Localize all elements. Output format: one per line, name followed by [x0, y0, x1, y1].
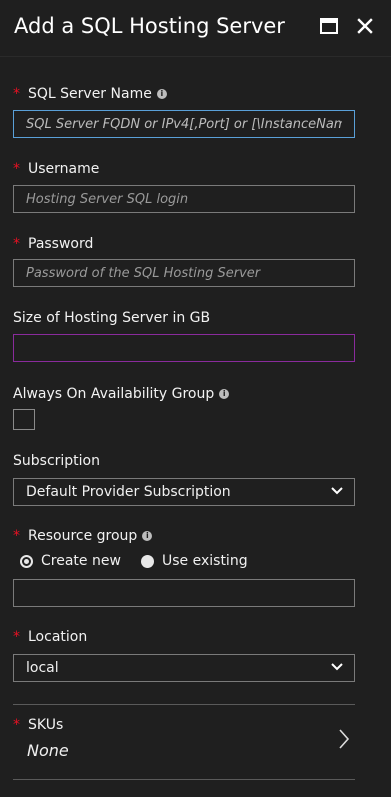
radio-use-existing-label: Use existing	[162, 553, 248, 569]
radio-selected-icon	[20, 554, 33, 568]
password-field[interactable]	[13, 259, 355, 287]
sql-server-name-label-text: SQL Server Name	[28, 86, 152, 102]
subscription-selected-value: Default Provider Subscription	[26, 484, 231, 500]
resource-group-field[interactable]	[13, 579, 355, 607]
chevron-down-icon	[331, 663, 343, 671]
chevron-down-icon	[331, 487, 343, 495]
subscription-label-text: Subscription	[13, 453, 100, 469]
resource-group-input[interactable]	[14, 580, 354, 606]
size-input[interactable]	[14, 335, 354, 361]
radio-unselected-icon	[141, 554, 154, 568]
close-icon	[357, 18, 373, 34]
subscription-label: Subscription	[13, 453, 100, 469]
close-button[interactable]	[352, 13, 378, 39]
size-label: Size of Hosting Server in GB	[13, 310, 210, 326]
username-label-text: Username	[28, 161, 100, 177]
divider	[13, 704, 355, 705]
header-divider	[0, 56, 391, 57]
info-icon[interactable]: i	[156, 89, 167, 99]
sql-server-name-field[interactable]	[13, 110, 355, 138]
blade-header: Add a SQL Hosting Server	[0, 0, 391, 56]
sql-server-name-label: * SQL Server Name i	[13, 86, 167, 102]
chevron-right-icon[interactable]	[337, 728, 351, 750]
required-indicator: *	[13, 629, 20, 645]
location-dropdown[interactable]: local	[13, 654, 355, 682]
required-indicator: *	[13, 717, 20, 733]
radio-create-new[interactable]: Create new	[20, 553, 121, 569]
info-icon[interactable]: i	[142, 531, 153, 541]
username-input[interactable]	[14, 186, 354, 212]
page-title: Add a SQL Hosting Server	[14, 14, 285, 38]
always-on-checkbox[interactable]	[13, 409, 35, 430]
username-label: * Username	[13, 161, 99, 177]
radio-create-new-label: Create new	[41, 553, 121, 569]
password-label: * Password	[13, 236, 93, 252]
info-icon[interactable]: i	[219, 389, 230, 399]
sql-server-name-input[interactable]	[14, 111, 354, 137]
divider	[13, 779, 355, 780]
skus-label-text: SKUs	[28, 717, 64, 733]
required-indicator: *	[13, 236, 20, 252]
skus-label: * SKUs	[13, 717, 63, 733]
required-indicator: *	[13, 528, 20, 544]
maximize-icon	[320, 18, 338, 34]
password-input[interactable]	[14, 260, 354, 286]
required-indicator: *	[13, 86, 20, 102]
maximize-button[interactable]	[316, 13, 342, 39]
size-label-text: Size of Hosting Server in GB	[13, 310, 211, 326]
always-on-label-text: Always On Availability Group	[13, 386, 215, 402]
subscription-dropdown[interactable]: Default Provider Subscription	[13, 478, 355, 506]
location-label: * Location	[13, 629, 87, 645]
username-field[interactable]	[13, 185, 355, 213]
required-indicator: *	[13, 161, 20, 177]
resource-group-label: * Resource group i	[13, 528, 153, 544]
always-on-label: Always On Availability Group i	[13, 386, 230, 402]
size-field[interactable]	[13, 334, 355, 362]
radio-use-existing[interactable]: Use existing	[141, 553, 248, 569]
skus-value: None	[27, 741, 69, 760]
password-label-text: Password	[28, 236, 94, 252]
resource-group-label-text: Resource group	[28, 528, 138, 544]
location-label-text: Location	[28, 629, 88, 645]
location-selected-value: local	[26, 660, 59, 676]
